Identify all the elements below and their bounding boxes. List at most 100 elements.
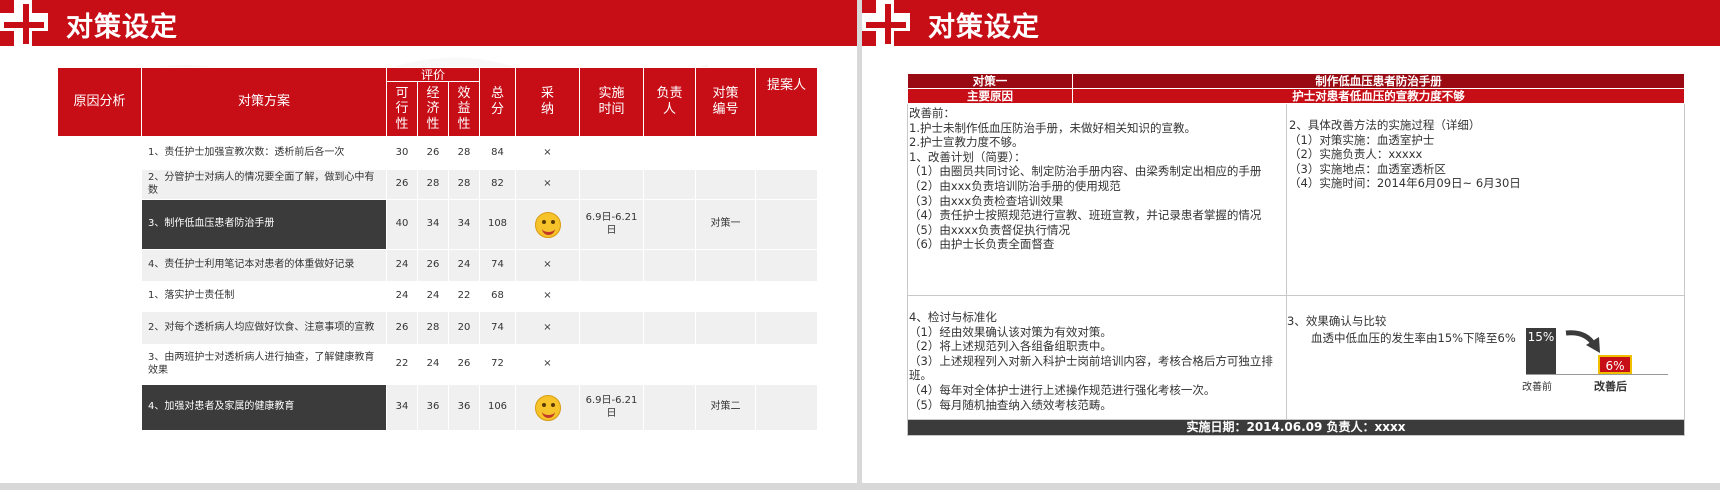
header-plan: 对策方案	[141, 67, 387, 137]
score-cell: 26	[386, 311, 418, 345]
header-code: 对策 编号	[695, 67, 756, 137]
table-row: 2、对每个透析病人均应做好饮食、注意事项的宣教 26 28 20 74 ×	[58, 311, 818, 345]
bar-after: 6%	[1598, 355, 1632, 374]
score-cell: 24	[417, 281, 449, 312]
footer-bar: 实施日期：2014.06.09 负责人：xxxx	[907, 419, 1685, 436]
adopt-cell: ×	[515, 344, 580, 385]
code-cell: 对策一	[695, 199, 756, 250]
score-cell: 72	[479, 344, 516, 385]
smiley-icon	[534, 394, 561, 421]
score-cell: 34	[386, 384, 418, 431]
label-before: 改善前	[1522, 382, 1552, 393]
label-main-cause: 主要原因	[907, 88, 1073, 104]
table-row: 2、健康教育不到位 1、落实护士责任制 24 24 22 68 ×	[57, 281, 818, 431]
time-cell	[579, 344, 644, 385]
owner-cell	[643, 344, 696, 385]
effect-chart: 3、效果确认与比较 血透中低血压的发生率由15%下降至6% 15% 6% 改善前…	[1287, 296, 1684, 418]
adopt-cell	[515, 384, 580, 431]
countermeasure-name: 制作低血压患者防治手册	[1072, 73, 1685, 89]
cross-logo-icon	[0, 0, 48, 48]
plan-cell: 2、分管护士对病人的情况要全面了解，做到心中有数	[141, 169, 387, 200]
header-owner: 负责 人	[643, 67, 696, 137]
header-benefit: 效 益 性	[448, 81, 480, 137]
page-title: 对策设定	[928, 12, 1040, 43]
owner-cell	[643, 311, 696, 345]
code-cell	[695, 249, 756, 282]
process-text: 2、具体改善方法的实施过程（详细） （1）对策实施：血透室护士 （2）实施负责人…	[1289, 118, 1521, 191]
code-cell	[695, 169, 756, 200]
owner-cell	[643, 136, 696, 170]
table-row: 2、分管护士对病人的情况要全面了解，做到心中有数 26 28 28 82 ×	[58, 169, 818, 200]
score-cell: 28	[448, 136, 480, 170]
label-countermeasure: 对策一	[907, 73, 1073, 89]
countermeasure-detail-table: 对策一 制作低血压患者防治手册 主要原因 护士对患者低血压的宣教力度不够 改善前…	[907, 73, 1685, 436]
before-plan-cell: 改善前： 1.护士未制作低血压防治手册，未做好相关知识的宣教。 2.护士宣教力度…	[907, 103, 1287, 296]
process-cell: 2、具体改善方法的实施过程（详细） （1）对策实施：血透室护士 （2）实施负责人…	[1286, 103, 1685, 296]
time-cell	[579, 311, 644, 345]
proposer-cell	[755, 249, 818, 282]
proposer-cell	[755, 281, 818, 312]
score-cell: 26	[417, 249, 449, 282]
cause-cell: 2、健康教育不到位	[57, 281, 142, 431]
time-cell: 6.9日-6.21日	[579, 199, 644, 250]
main-cause-value: 护士对患者低血压的宣教力度不够	[1072, 88, 1685, 104]
standard-text: 4、检讨与标准化 （1）经由效果确认该对策为有效对策。 （2）将上述规范列入各组…	[909, 310, 1273, 412]
table-row: 1、缺乏相关的宣教资料 1、责任护士加强宣教次数：透析前后各一次 30 26 28 84 ×	[57, 136, 818, 282]
proposer-cell	[755, 311, 818, 345]
score-cell: 24	[386, 281, 418, 312]
adopt-cell: ×	[515, 249, 580, 282]
score-cell: 22	[386, 344, 418, 385]
chart-baseline	[1526, 374, 1668, 375]
score-cell: 26	[448, 344, 480, 385]
owner-cell	[643, 169, 696, 200]
proposer-cell	[755, 199, 818, 250]
plan-cell: 4、加强对患者及家属的健康教育	[141, 384, 387, 431]
code-cell	[695, 281, 756, 312]
score-cell: 34	[448, 199, 480, 250]
adopt-cell	[515, 199, 580, 250]
time-cell	[579, 249, 644, 282]
effect-line: 血透中低血压的发生率由15%下降至6%	[1311, 331, 1516, 345]
score-cell: 106	[479, 384, 516, 431]
header-proposer: 提案人	[755, 67, 818, 137]
plan-cell: 1、落实护士责任制	[141, 281, 387, 312]
header-economic: 经 济 性	[417, 81, 449, 137]
smiley-icon	[534, 211, 561, 238]
score-cell: 24	[417, 344, 449, 385]
code-cell	[695, 344, 756, 385]
slide-2: 对策设定 对策一 制作低血压患者防治手册 主要原因 护士对患者低血压的宣教力度不…	[862, 0, 1720, 483]
adopt-cell: ×	[515, 311, 580, 345]
standard-cell: 4、检讨与标准化 （1）经由效果确认该对策为有效对策。 （2）将上述规范列入各组…	[907, 295, 1287, 420]
code-cell: 对策二	[695, 384, 756, 431]
time-cell	[579, 169, 644, 200]
header-cause: 原因分析	[57, 67, 142, 137]
score-cell: 28	[448, 169, 480, 200]
before-plan-text: 改善前： 1.护士未制作低血压防治手册，未做好相关知识的宣教。 2.护士宣教力度…	[909, 106, 1262, 252]
score-cell: 40	[386, 199, 418, 250]
plan-cell: 1、责任护士加强宣教次数：透析前后各一次	[141, 136, 387, 170]
proposer-cell	[755, 169, 818, 200]
title-bar: 对策设定	[862, 0, 1720, 48]
proposer-cell	[755, 136, 818, 170]
proposer-cell	[755, 344, 818, 385]
table-row: 3、由两班护士对透析病人进行抽查，了解健康教育效果 22 24 26 72 ×	[58, 344, 818, 385]
label-after: 改善后	[1594, 380, 1627, 393]
owner-cell	[643, 249, 696, 282]
score-cell: 24	[386, 249, 418, 282]
score-cell: 74	[479, 311, 516, 345]
owner-cell	[643, 281, 696, 312]
effect-heading: 3、效果确认与比较	[1287, 314, 1387, 328]
page-title: 对策设定	[66, 12, 178, 43]
owner-cell	[643, 384, 696, 431]
score-cell: 26	[386, 169, 418, 200]
plan-cell: 2、对每个透析病人均应做好饮食、注意事项的宣教	[141, 311, 387, 345]
score-cell: 28	[417, 311, 449, 345]
plan-cell: 4、责任护士利用笔记本对患者的体重做好记录	[141, 249, 387, 282]
score-cell: 24	[448, 249, 480, 282]
countermeasure-table: 原因分析 对策方案 评价 总 分 采 纳 实施 时间 负责 人 对策 编号 提案…	[57, 67, 818, 431]
time-cell	[579, 136, 644, 170]
cross-logo-icon	[862, 0, 910, 48]
table-row: 3、制作低血压患者防治手册 40 34 34 108 6.9日-6.21日 对策一	[58, 199, 818, 250]
header-feasible: 可 行 性	[386, 81, 418, 137]
arrow-down-icon	[1565, 330, 1600, 353]
